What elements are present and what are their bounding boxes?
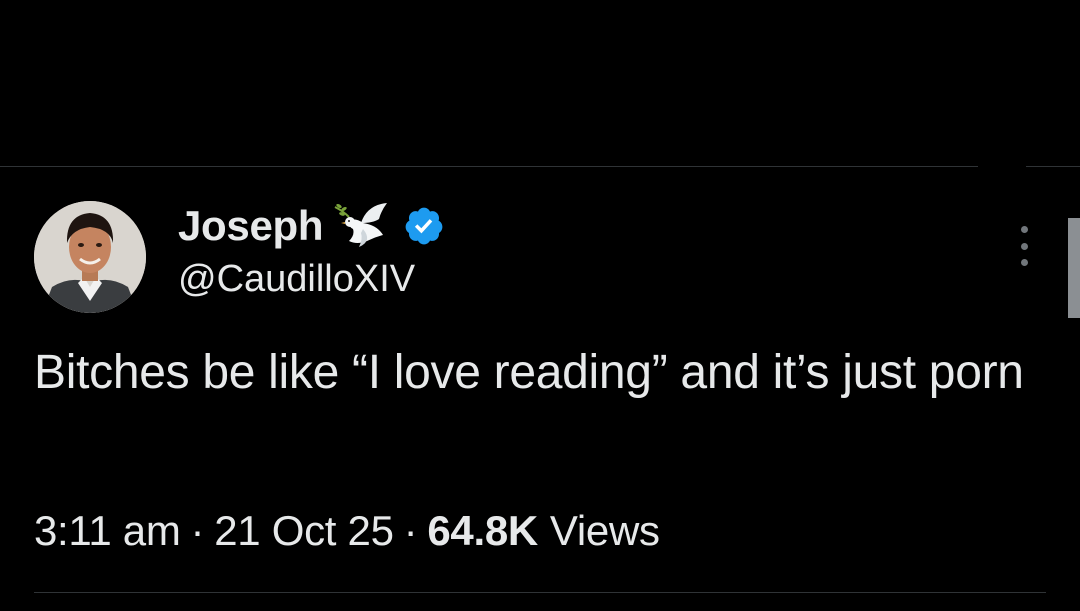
views-label[interactable]: Views xyxy=(550,507,660,555)
tweet-date[interactable]: 21 Oct 25 xyxy=(214,507,394,555)
author-name-row[interactable]: Joseph xyxy=(178,200,445,252)
tweet-text: Bitches be like “I love reading” and it’… xyxy=(34,346,1024,399)
top-divider-right xyxy=(1026,166,1080,167)
views-count[interactable]: 64.8K xyxy=(427,507,538,555)
verified-badge-icon[interactable] xyxy=(403,205,445,247)
more-dot xyxy=(1020,226,1028,233)
top-divider xyxy=(0,166,978,167)
meta-separator: · xyxy=(190,507,205,554)
more-options-button[interactable] xyxy=(1012,226,1036,266)
tweet-time[interactable]: 3:11 am xyxy=(34,507,181,555)
more-dot xyxy=(1020,242,1028,250)
meta-separator: · xyxy=(403,507,418,554)
tweet-meta: 3:11 am · 21 Oct 25 · 64.8K Views xyxy=(34,503,660,559)
more-dot xyxy=(1020,259,1028,266)
author-handle[interactable]: @CaudilloXIV xyxy=(178,258,415,301)
author-display-name[interactable]: Joseph xyxy=(178,202,324,250)
avatar[interactable] xyxy=(34,201,146,313)
bottom-divider xyxy=(34,592,1046,593)
scrollbar-thumb[interactable] xyxy=(1068,218,1080,318)
dove-icon xyxy=(333,201,391,251)
